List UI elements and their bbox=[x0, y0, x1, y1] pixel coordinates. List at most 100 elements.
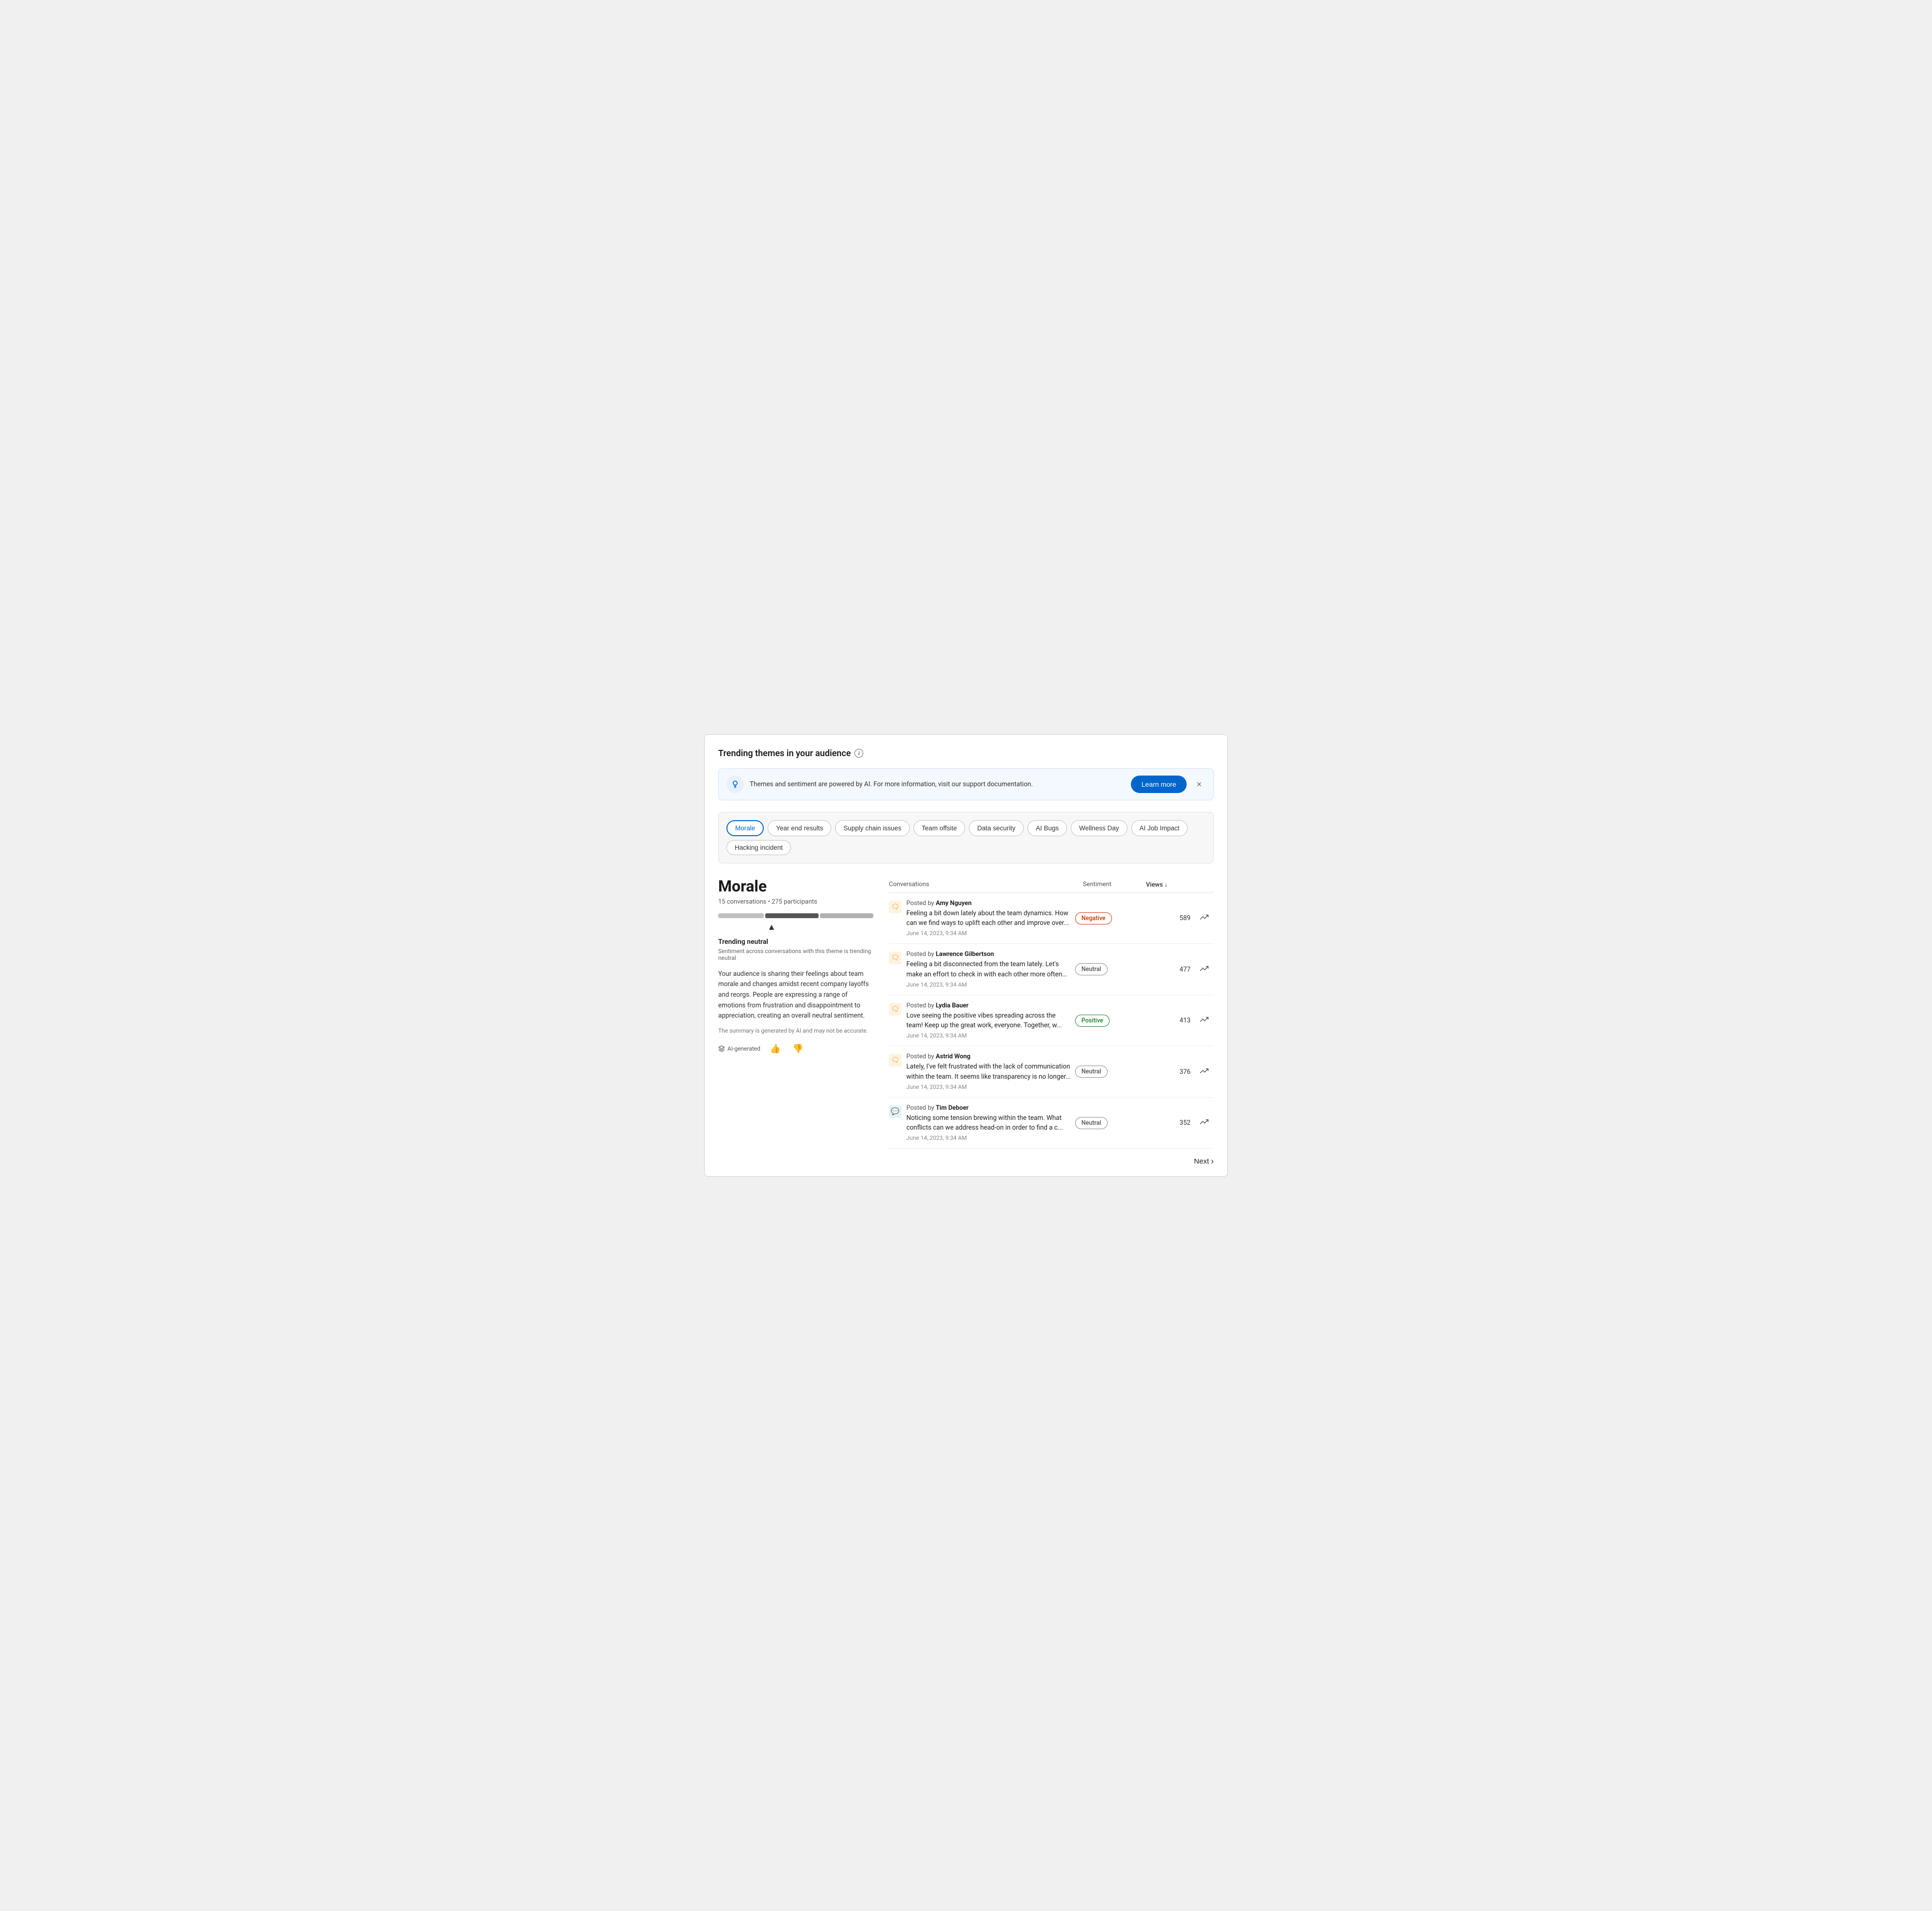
sentiment-badge-3: Neutral bbox=[1075, 1066, 1108, 1078]
theme-title: Morale bbox=[718, 877, 873, 895]
left-panel: Morale 15 conversations • 275 participan… bbox=[718, 877, 873, 1167]
trending-label: Trending neutral bbox=[718, 938, 873, 946]
learn-more-button[interactable]: Learn more bbox=[1131, 776, 1187, 793]
conv-views-0: 589 bbox=[1142, 914, 1191, 922]
ai-bulb-icon bbox=[726, 776, 744, 793]
conv-author-2: Posted by Lydia Bauer bbox=[906, 1002, 1071, 1009]
conv-author-3: Posted by Astrid Wong bbox=[906, 1053, 1071, 1060]
conv-icon-0: 🗨 bbox=[889, 901, 902, 913]
conv-author-1: Posted by Lawrence Gilbertson bbox=[906, 951, 1071, 958]
col-sentiment-header: Sentiment bbox=[1083, 881, 1146, 889]
sentiment-badge-4: Neutral bbox=[1075, 1117, 1108, 1129]
conv-sentiment-0: Negative bbox=[1075, 912, 1138, 924]
ai-footer: AI-generated 👍 👎 bbox=[718, 1042, 873, 1056]
conv-icon-4: 💬 bbox=[889, 1105, 902, 1118]
ai-badge: AI-generated bbox=[718, 1045, 760, 1052]
page-title-row: Trending themes in your audience i bbox=[718, 748, 1214, 759]
conv-sentiment-1: Neutral bbox=[1075, 963, 1138, 975]
ai-badge-label: AI-generated bbox=[727, 1045, 760, 1052]
tags-section: MoraleYear end resultsSupply chain issue… bbox=[718, 812, 1214, 863]
conv-icon-1: 🗨 bbox=[889, 952, 902, 964]
tag-team-offsite[interactable]: Team offsite bbox=[914, 820, 966, 836]
neutral-indicator: ▲ bbox=[747, 922, 796, 932]
theme-description: Your audience is sharing their feelings … bbox=[718, 969, 873, 1021]
conv-views-4: 352 bbox=[1142, 1119, 1191, 1127]
conv-trend-button-2[interactable] bbox=[1194, 1015, 1214, 1026]
next-button[interactable]: Next › bbox=[1194, 1156, 1214, 1166]
tag-data-security[interactable]: Data security bbox=[969, 820, 1024, 836]
conv-text-4: Noticing some tension brewing within the… bbox=[906, 1113, 1071, 1133]
table-row: 🗨 Posted by Astrid Wong Lately, I've fel… bbox=[889, 1046, 1214, 1098]
pagination: Next › bbox=[889, 1149, 1214, 1166]
conv-trend-button-4[interactable] bbox=[1194, 1117, 1214, 1128]
sentiment-badge-2: Positive bbox=[1075, 1015, 1110, 1027]
conv-views-3: 376 bbox=[1142, 1068, 1191, 1076]
conv-text-0: Feeling a bit down lately about the team… bbox=[906, 908, 1071, 928]
conv-text-1: Feeling a bit disconnected from the team… bbox=[906, 959, 1071, 979]
col-conversations-header: Conversations bbox=[889, 881, 1083, 889]
thumbs-up-button[interactable]: 👍 bbox=[768, 1042, 783, 1056]
tag-morale[interactable]: Morale bbox=[726, 820, 764, 836]
table-row: 💬 Posted by Tim Deboer Noticing some ten… bbox=[889, 1098, 1214, 1149]
bar-neutral bbox=[765, 913, 819, 918]
tag-wellness-day[interactable]: Wellness Day bbox=[1071, 820, 1127, 836]
conv-views-2: 413 bbox=[1142, 1017, 1191, 1024]
bar-negative bbox=[718, 913, 764, 918]
conv-views-1: 477 bbox=[1142, 966, 1191, 973]
tag-year-end[interactable]: Year end results bbox=[768, 820, 831, 836]
info-icon[interactable]: i bbox=[854, 749, 863, 758]
conv-body-2: Posted by Lydia Bauer Love seeing the po… bbox=[906, 1002, 1071, 1039]
main-content: Morale 15 conversations • 275 participan… bbox=[718, 877, 1214, 1167]
chevron-right-icon: › bbox=[1211, 1156, 1214, 1166]
main-container: Trending themes in your audience i Theme… bbox=[704, 734, 1228, 1177]
sentiment-badge-0: Negative bbox=[1075, 912, 1112, 924]
conv-icon-2: 🗨 bbox=[889, 1003, 902, 1016]
conv-author-4: Posted by Tim Deboer bbox=[906, 1104, 1071, 1112]
conv-main-4: 💬 Posted by Tim Deboer Noticing some ten… bbox=[889, 1104, 1071, 1142]
tag-ai-job-impact[interactable]: AI Job Impact bbox=[1131, 820, 1188, 836]
page-title: Trending themes in your audience bbox=[718, 748, 851, 759]
conv-text-3: Lately, I've felt frustrated with the la… bbox=[906, 1062, 1071, 1082]
conv-sentiment-3: Neutral bbox=[1075, 1066, 1138, 1078]
conv-icon-3: 🗨 bbox=[889, 1054, 902, 1067]
right-panel: Conversations Sentiment Views ↓ 🗨 Posted… bbox=[889, 877, 1214, 1167]
conv-date-1: June 14, 2023, 9:34 AM bbox=[906, 981, 1071, 988]
ai-disclaimer: The summary is generated by AI and may n… bbox=[718, 1027, 873, 1034]
conv-body-0: Posted by Amy Nguyen Feeling a bit down … bbox=[906, 900, 1071, 937]
conv-date-3: June 14, 2023, 9:34 AM bbox=[906, 1084, 1071, 1090]
table-headers: Conversations Sentiment Views ↓ bbox=[889, 877, 1214, 893]
conv-date-4: June 14, 2023, 9:34 AM bbox=[906, 1134, 1071, 1141]
conv-main-3: 🗨 Posted by Astrid Wong Lately, I've fel… bbox=[889, 1053, 1071, 1090]
table-row: 🗨 Posted by Lydia Bauer Love seeing the … bbox=[889, 995, 1214, 1047]
col-action-header bbox=[1194, 881, 1214, 889]
thumbs-down-button[interactable]: 👎 bbox=[790, 1042, 805, 1056]
tag-ai-bugs[interactable]: AI Bugs bbox=[1028, 820, 1067, 836]
col-views-header: Views ↓ bbox=[1146, 881, 1194, 889]
conv-body-3: Posted by Astrid Wong Lately, I've felt … bbox=[906, 1053, 1071, 1090]
conv-trend-button-3[interactable] bbox=[1194, 1067, 1214, 1077]
conv-body-4: Posted by Tim Deboer Noticing some tensi… bbox=[906, 1104, 1071, 1142]
trending-sublabel: Sentiment across conversations with this… bbox=[718, 948, 873, 961]
conv-trend-button-1[interactable] bbox=[1194, 964, 1214, 975]
tag-hacking-incident[interactable]: Hacking incident bbox=[726, 840, 791, 855]
conv-sentiment-4: Neutral bbox=[1075, 1117, 1138, 1129]
ai-banner: Themes and sentiment are powered by AI. … bbox=[718, 768, 1214, 800]
conv-author-0: Posted by Amy Nguyen bbox=[906, 900, 1071, 907]
conversation-list: 🗨 Posted by Amy Nguyen Feeling a bit dow… bbox=[889, 893, 1214, 1149]
sentiment-badge-1: Neutral bbox=[1075, 963, 1108, 975]
conv-date-0: June 14, 2023, 9:34 AM bbox=[906, 930, 1071, 937]
bar-positive bbox=[820, 913, 873, 918]
conv-body-1: Posted by Lawrence Gilbertson Feeling a … bbox=[906, 951, 1071, 988]
conv-main-0: 🗨 Posted by Amy Nguyen Feeling a bit dow… bbox=[889, 900, 1071, 937]
table-row: 🗨 Posted by Amy Nguyen Feeling a bit dow… bbox=[889, 893, 1214, 944]
banner-text: Themes and sentiment are powered by AI. … bbox=[750, 780, 1125, 788]
table-row: 🗨 Posted by Lawrence Gilbertson Feeling … bbox=[889, 944, 1214, 995]
tag-supply-chain[interactable]: Supply chain issues bbox=[835, 820, 909, 836]
conv-trend-button-0[interactable] bbox=[1194, 913, 1214, 923]
conv-main-2: 🗨 Posted by Lydia Bauer Love seeing the … bbox=[889, 1002, 1071, 1039]
sort-down-icon: ↓ bbox=[1164, 881, 1168, 889]
conv-text-2: Love seeing the positive vibes spreading… bbox=[906, 1011, 1071, 1031]
banner-close-button[interactable]: × bbox=[1192, 778, 1206, 791]
theme-stats: 15 conversations • 275 participants bbox=[718, 898, 873, 906]
conv-main-1: 🗨 Posted by Lawrence Gilbertson Feeling … bbox=[889, 951, 1071, 988]
